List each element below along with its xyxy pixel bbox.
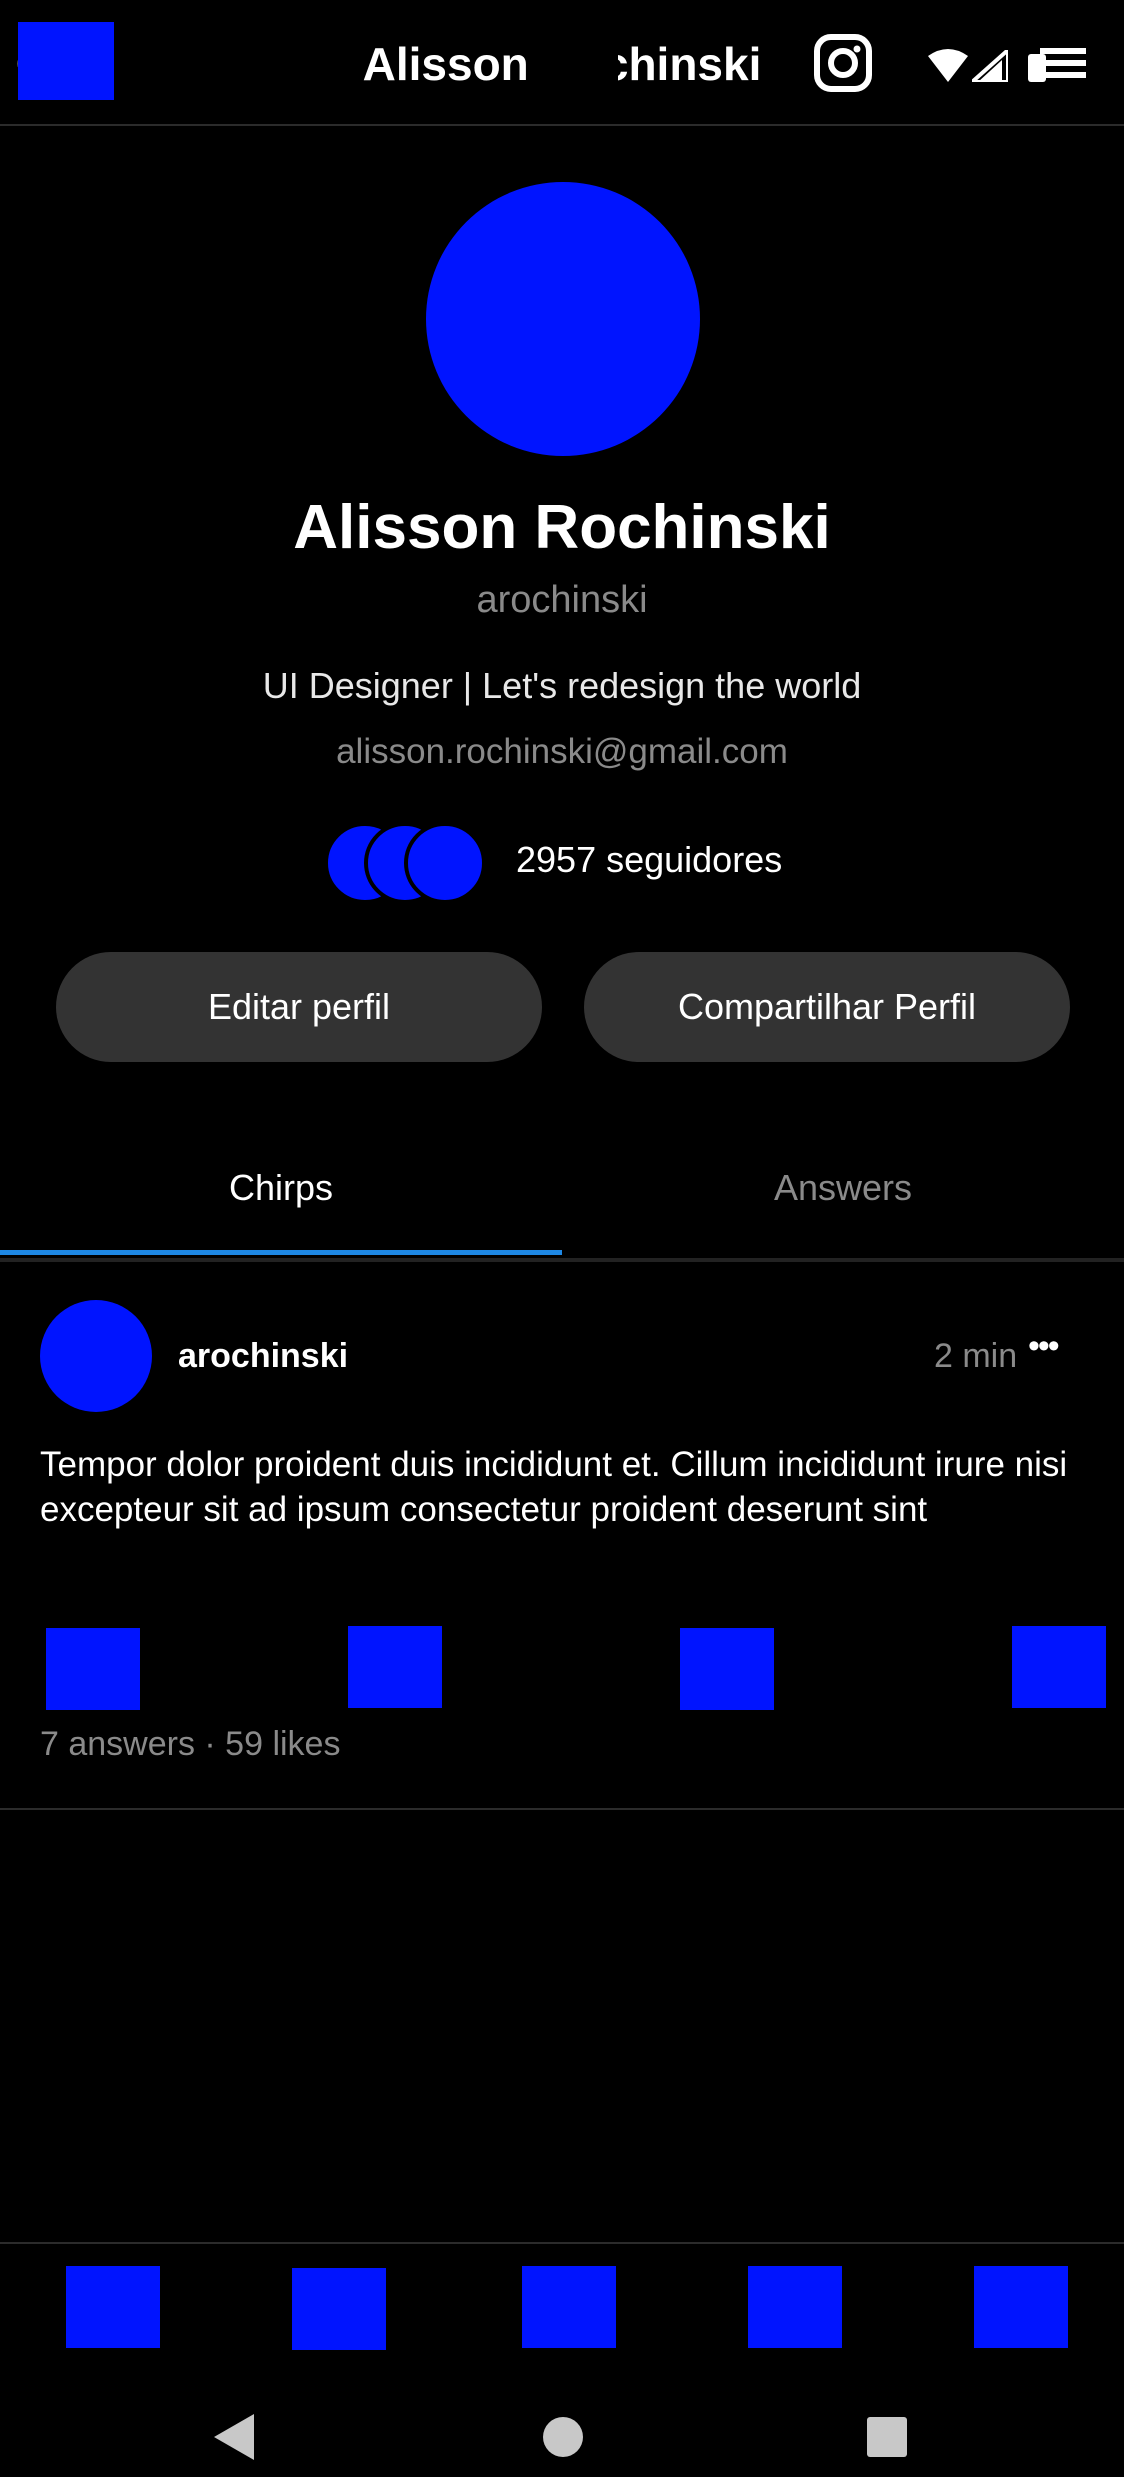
tab-answers[interactable]: Answers [562, 1120, 1124, 1256]
profile-bio: UI Designer | Let's redesign the world [262, 665, 862, 706]
title-occluder [532, 28, 618, 98]
home-icon[interactable] [66, 2266, 160, 2348]
share-profile-button[interactable]: Compartilhar Perfil [584, 952, 1070, 1062]
wifi-icon [928, 49, 968, 82]
followers-count[interactable]: 2957 seguidores [516, 838, 782, 882]
like-icon[interactable] [46, 1628, 140, 1710]
post-body: Tempor dolor proident duis incididunt et… [40, 1445, 1068, 1529]
comment-icon[interactable] [348, 1626, 442, 1708]
instagram-icon[interactable] [814, 34, 872, 92]
edit-profile-button[interactable]: Editar perfil [56, 952, 542, 1062]
post-time: 2 min [934, 1337, 1018, 1375]
share-icon[interactable] [1012, 1626, 1106, 1708]
repost-icon[interactable] [680, 1628, 774, 1710]
search-icon[interactable] [292, 2268, 386, 2350]
follower-avatar [404, 822, 486, 904]
back-icon[interactable] [214, 2414, 254, 2460]
profile-icon[interactable] [974, 2266, 1068, 2348]
top-bar: 6 Alisson Rochinski [0, 0, 1124, 126]
more-options-icon[interactable]: ••• [1028, 1326, 1060, 1366]
profile-username: arochinski [476, 579, 648, 621]
signal-icon [972, 50, 1008, 82]
compose-icon[interactable] [522, 2266, 616, 2348]
recents-icon[interactable] [866, 2416, 908, 2458]
profile-email[interactable]: alisson.rochinski@gmail.com [0, 730, 1124, 774]
battery-icon [1028, 48, 1086, 82]
home-circle-icon[interactable] [542, 2416, 584, 2458]
post-author[interactable]: arochinski [178, 1336, 348, 1376]
profile-name: Alisson Rochinski [293, 493, 831, 562]
divider [0, 1808, 1124, 1810]
post-stats[interactable]: 7 answers · 59 likes [40, 1722, 340, 1766]
active-tab-indicator [0, 1250, 562, 1255]
bottom-nav [0, 2242, 1124, 2477]
notifications-icon[interactable] [748, 2266, 842, 2348]
post-author-avatar[interactable] [40, 1300, 152, 1412]
tab-bar: Chirps Answers [0, 1120, 1124, 1262]
profile-avatar[interactable] [426, 182, 700, 456]
tab-chirps[interactable]: Chirps [0, 1120, 562, 1256]
